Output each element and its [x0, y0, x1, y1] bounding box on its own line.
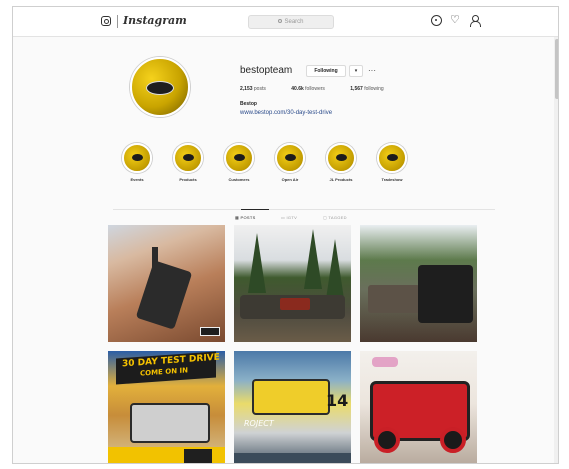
heart-icon[interactable]: ♡	[450, 15, 461, 26]
jeep-wheel	[440, 427, 466, 453]
jeep-convoy	[368, 285, 420, 313]
promo-footer-strip	[234, 453, 351, 463]
following-stat[interactable]: 1,567 following	[350, 86, 395, 92]
tab-igtv[interactable]: ▭ IGTV	[281, 215, 297, 220]
followers-stat[interactable]: 40.6k followers	[291, 86, 337, 92]
instagram-wordmark[interactable]: Instagram	[123, 14, 187, 27]
highlight-cover	[326, 143, 356, 173]
pine-tree	[326, 239, 344, 299]
highlight-label: Events	[130, 177, 144, 182]
highlight-tradeshow[interactable]: Tradeshow	[370, 143, 414, 182]
yellow-jeep	[252, 379, 330, 415]
bestop-strip-logo	[184, 449, 212, 463]
highlight-cover	[377, 143, 407, 173]
highlight-label: Open Air	[281, 177, 299, 182]
white-jeep	[130, 403, 210, 443]
highlight-label: Products	[179, 177, 197, 182]
scrollbar-thumb[interactable]	[555, 39, 558, 99]
tab-tagged[interactable]: ▢ TAGGED	[323, 215, 347, 220]
balloon-decor	[372, 357, 398, 367]
bestop-corner-logo	[200, 327, 220, 336]
browser-frame: Instagram Search ♡ bestopteam Following …	[12, 6, 559, 464]
suggestions-dropdown-button[interactable]: ▾	[349, 65, 363, 77]
top-navigation-bar: Instagram Search ♡	[13, 7, 558, 37]
highlight-customers[interactable]: Customers	[217, 143, 261, 182]
active-tab-indicator	[241, 209, 269, 210]
instagram-glyph-icon[interactable]	[101, 16, 111, 26]
highlight-cover	[173, 143, 203, 173]
highlight-cover	[122, 143, 152, 173]
profile-person-icon[interactable]	[469, 15, 481, 27]
highlight-cover	[275, 143, 305, 173]
black-jeep-rear	[418, 265, 473, 323]
post-thumbnail-jeep-convoy-rear[interactable]	[360, 225, 477, 342]
pine-tree	[304, 229, 322, 289]
search-icon	[278, 19, 283, 24]
highlight-label: Tradeshow	[381, 177, 403, 182]
tab-posts[interactable]: ▦ POSTS	[235, 215, 256, 220]
highlight-label: JL Products	[329, 177, 353, 182]
post-thumbnail-project-jeep[interactable]: 14 ROJECT	[234, 351, 351, 463]
post-thumbnail-red-jeep-showroom[interactable]	[360, 351, 477, 463]
pine-tree	[248, 233, 266, 293]
profile-username: bestopteam	[240, 65, 293, 76]
more-options-icon[interactable]: ···	[368, 65, 376, 77]
highlight-label: Customers	[228, 177, 250, 182]
highlight-events[interactable]: Events	[115, 143, 159, 182]
bestop-logo-badge	[146, 81, 174, 95]
highlight-open-air[interactable]: Open Air	[268, 143, 312, 182]
highlight-jl-products[interactable]: JL Products	[319, 143, 363, 182]
profile-avatar[interactable]	[130, 57, 190, 117]
jeep-on-rock	[135, 260, 193, 330]
highlight-products[interactable]: Products	[166, 143, 210, 182]
post-thumbnail-test-drive-ad[interactable]: 30 DAY TEST DRIVE COME ON IN	[108, 351, 225, 463]
search-placeholder: Search	[284, 19, 304, 25]
explore-compass-icon[interactable]	[431, 15, 442, 26]
posts-stat: 2,153 posts	[240, 86, 266, 92]
profile-stats: 2,153 posts 40.6k followers 1,567 follow…	[240, 86, 408, 92]
post-thumbnail-jeep-line-forest[interactable]	[234, 225, 351, 342]
tabs-divider	[113, 209, 495, 210]
bio-name: Bestop	[240, 101, 257, 107]
bio-link[interactable]: www.bestop.com/30-day-test-drive	[240, 110, 332, 116]
highlight-cover	[224, 143, 254, 173]
promo-number: 14	[326, 391, 349, 410]
jeep-convoy	[240, 295, 345, 319]
scrollbar-track[interactable]	[554, 37, 558, 463]
logo-divider	[117, 15, 118, 28]
following-button[interactable]: Following	[306, 65, 346, 77]
post-thumbnail-rock-crawl[interactable]	[108, 225, 225, 342]
search-input[interactable]: Search	[248, 15, 334, 29]
project-logo: ROJECT	[244, 419, 274, 428]
jeep-wheel	[374, 427, 400, 453]
